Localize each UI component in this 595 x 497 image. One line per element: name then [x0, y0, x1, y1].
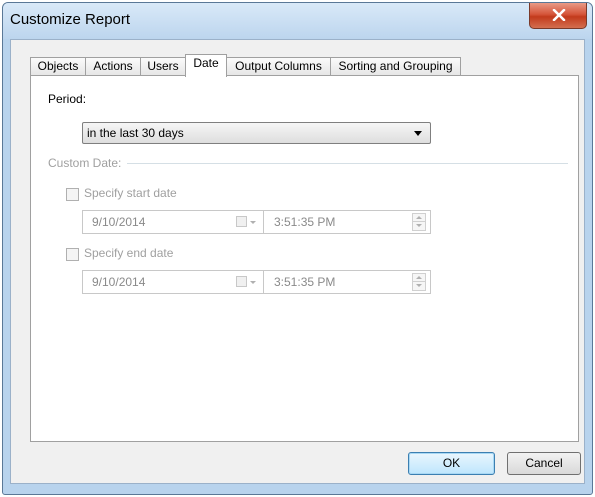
cancel-button-label: Cancel — [525, 456, 563, 470]
tab-users[interactable]: Users — [140, 57, 186, 76]
tab-sorting-and-grouping[interactable]: Sorting and Grouping — [330, 57, 461, 76]
customize-report-dialog: Customize Report Objects Actions Users D… — [2, 2, 593, 495]
start-time-picker[interactable]: 3:51:35 PM — [263, 210, 431, 234]
tab-label: Output Columns — [235, 59, 322, 73]
start-time-spinner — [412, 213, 426, 231]
chevron-down-icon — [250, 221, 256, 224]
specify-end-date-checkbox[interactable] — [66, 248, 79, 261]
specify-end-date-label: Specify end date — [84, 246, 174, 260]
window-title: Customize Report — [10, 11, 131, 28]
tab-label: Actions — [93, 59, 133, 73]
calendar-icon — [236, 216, 247, 227]
specify-start-date-checkbox[interactable] — [66, 188, 79, 201]
end-time-spinner — [412, 273, 426, 291]
calendar-icon — [236, 276, 247, 287]
spin-up-button[interactable] — [413, 274, 425, 282]
spin-down-button[interactable] — [413, 222, 425, 230]
title-bar[interactable]: Customize Report — [3, 3, 592, 39]
chevron-down-icon — [250, 281, 256, 284]
ok-button-label: OK — [442, 456, 461, 470]
end-time-picker[interactable]: 3:51:35 PM — [263, 270, 431, 294]
date-tab-panel: Period: in the last 30 days Custom Date:… — [30, 75, 579, 442]
chevron-down-icon — [414, 131, 422, 136]
start-date-value: 9/10/2014 — [92, 215, 146, 229]
end-date-picker[interactable]: 9/10/2014 — [82, 270, 267, 294]
tab-date[interactable]: Date — [185, 54, 227, 77]
close-button[interactable] — [529, 3, 587, 29]
custom-date-group-label: Custom Date: — [48, 156, 122, 170]
tab-label: Date — [193, 56, 219, 70]
tab-label: Users — [147, 59, 179, 73]
tab-label: Sorting and Grouping — [338, 59, 453, 73]
close-icon — [552, 9, 566, 21]
cancel-button[interactable]: Cancel — [507, 452, 581, 475]
period-dropdown[interactable]: in the last 30 days — [82, 122, 431, 144]
end-time-value: 3:51:35 PM — [274, 275, 336, 289]
period-label: Period: — [48, 92, 87, 106]
tab-output-columns[interactable]: Output Columns — [226, 57, 331, 76]
dialog-client-area: Objects Actions Users Date Output Column… — [10, 39, 585, 484]
tab-label: Objects — [37, 59, 79, 73]
spin-down-button[interactable] — [413, 282, 425, 290]
start-date-picker[interactable]: 9/10/2014 — [82, 210, 267, 234]
specify-start-date-label: Specify start date — [84, 186, 177, 200]
period-dropdown-value: in the last 30 days — [87, 126, 184, 140]
spin-up-button[interactable] — [413, 214, 425, 222]
start-date-dropdown-button[interactable] — [236, 216, 256, 229]
start-time-value: 3:51:35 PM — [274, 215, 336, 229]
tab-objects[interactable]: Objects — [30, 57, 86, 76]
end-date-dropdown-button[interactable] — [236, 276, 256, 289]
custom-date-group-divider — [127, 163, 568, 164]
end-date-value: 9/10/2014 — [92, 275, 146, 289]
tab-actions[interactable]: Actions — [85, 57, 141, 76]
ok-button[interactable]: OK — [408, 452, 495, 475]
